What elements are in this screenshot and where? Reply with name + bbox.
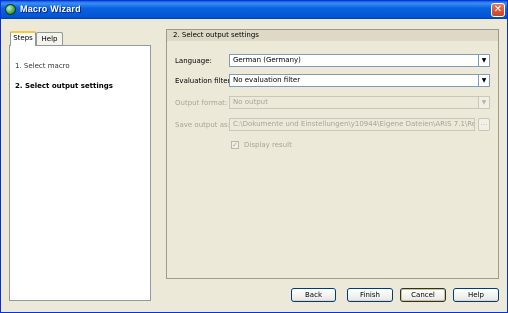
- macro-wizard-window: Macro Wizard ✕ Steps Help 1. Select macr…: [0, 0, 508, 313]
- close-icon: ✕: [493, 4, 503, 15]
- browse-button[interactable]: ...: [478, 118, 490, 131]
- help-button[interactable]: Help: [453, 288, 499, 302]
- tab-steps[interactable]: Steps: [10, 31, 36, 46]
- step-select-output-settings[interactable]: 2. Select output settings: [15, 82, 113, 90]
- panel-header: 2. Select output settings: [167, 30, 498, 41]
- language-label: Language:: [175, 57, 212, 65]
- output-settings-panel: 2. Select output settings Language: Germ…: [166, 29, 499, 279]
- finish-button[interactable]: Finish: [347, 288, 393, 302]
- save-output-as-label: Save output as:: [175, 121, 231, 129]
- chevron-down-icon[interactable]: ▼: [478, 97, 489, 108]
- title-bar[interactable]: Macro Wizard ✕: [1, 1, 507, 19]
- steps-list: 1. Select macro 2. Select output setting…: [9, 45, 151, 301]
- output-format-value: No output: [233, 98, 268, 106]
- display-result-label: Display result: [244, 141, 292, 149]
- steps-panel: Steps Help 1. Select macro 2. Select out…: [9, 31, 151, 301]
- language-select[interactable]: German (Germany) ▼: [229, 54, 490, 67]
- app-globe-icon: [5, 4, 16, 15]
- evaluation-filter-select[interactable]: No evaluation filter ▼: [229, 74, 490, 87]
- language-value: German (Germany): [233, 56, 301, 64]
- save-output-path-field[interactable]: C:\Dokumente und Einstellungen\y10944\Ei…: [229, 118, 475, 131]
- chevron-down-icon[interactable]: ▼: [478, 55, 489, 66]
- output-format-label: Output format:: [175, 99, 228, 107]
- back-button[interactable]: Back: [291, 288, 336, 302]
- display-result-checkbox[interactable]: ✓: [231, 141, 239, 149]
- close-button[interactable]: ✕: [491, 3, 505, 17]
- evaluation-filter-value: No evaluation filter: [233, 76, 301, 84]
- cancel-button[interactable]: Cancel: [400, 288, 446, 302]
- window-title: Macro Wizard: [20, 4, 81, 14]
- tab-help[interactable]: Help: [36, 32, 63, 46]
- evaluation-filter-label: Evaluation filter:: [175, 77, 233, 85]
- chevron-down-icon[interactable]: ▼: [478, 75, 489, 86]
- output-format-select[interactable]: No output ▼: [229, 96, 490, 109]
- step-select-macro[interactable]: 1. Select macro: [15, 62, 70, 70]
